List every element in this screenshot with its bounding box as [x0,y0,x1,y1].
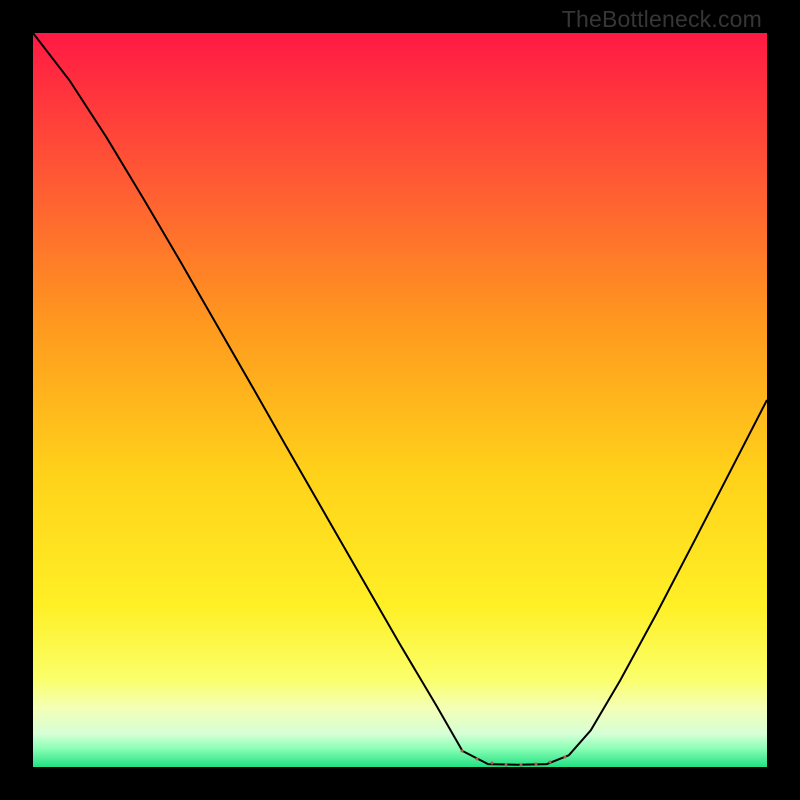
curve-knot [476,757,479,760]
curve-knot [564,756,567,759]
curve-knot [520,763,523,766]
curve-knot [534,763,537,766]
chart-frame [33,33,767,767]
watermark-text: TheBottleneck.com [562,6,762,33]
curve-knot [461,749,464,752]
curve-knot [490,761,493,764]
bottleneck-curve [33,33,767,767]
curve-knot [505,763,508,766]
curve-knot [549,760,552,763]
